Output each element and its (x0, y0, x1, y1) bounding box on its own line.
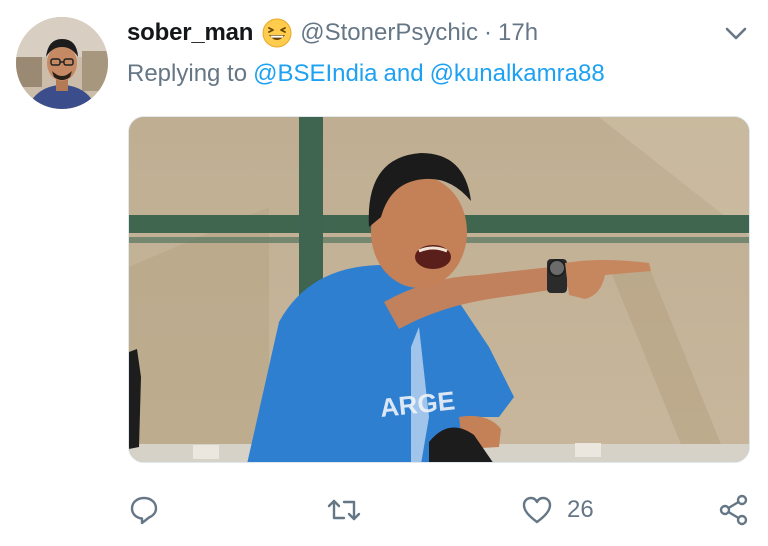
replying-to-joiner: and (383, 60, 424, 87)
avatar[interactable] (16, 17, 108, 109)
mention-link[interactable]: @BSEIndia (253, 60, 377, 88)
display-name[interactable]: sober_man (127, 19, 253, 47)
replying-to-label: Replying to (127, 60, 248, 87)
user-handle[interactable]: @StonerPsychic (300, 19, 478, 47)
replying-to-line: Replying to @BSEIndia and @kunalkamra88 (127, 56, 605, 92)
retweet-button[interactable] (326, 482, 362, 538)
share-button[interactable] (718, 482, 750, 538)
photo-image: ARGE (129, 117, 749, 462)
tweet-header: sober_man @StonerPsychic · 17h (127, 14, 538, 52)
like-count: 26 (567, 496, 594, 523)
timestamp[interactable]: 17h (498, 19, 538, 47)
retweet-icon (326, 494, 362, 526)
mention-link[interactable]: @kunalkamra88 (430, 60, 605, 88)
share-icon (718, 494, 750, 526)
tweet-actions: 26 (0, 482, 768, 538)
dot-separator: · (484, 19, 493, 46)
tweet-image[interactable]: ARGE (128, 116, 750, 463)
chevron-down-icon[interactable] (720, 20, 752, 46)
reply-button[interactable] (128, 482, 160, 538)
heart-icon (521, 494, 553, 526)
grinning-squinting-face-icon (262, 18, 292, 48)
like-button[interactable]: 26 (521, 482, 594, 538)
avatar-photo (16, 17, 108, 109)
comment-icon (128, 494, 160, 526)
